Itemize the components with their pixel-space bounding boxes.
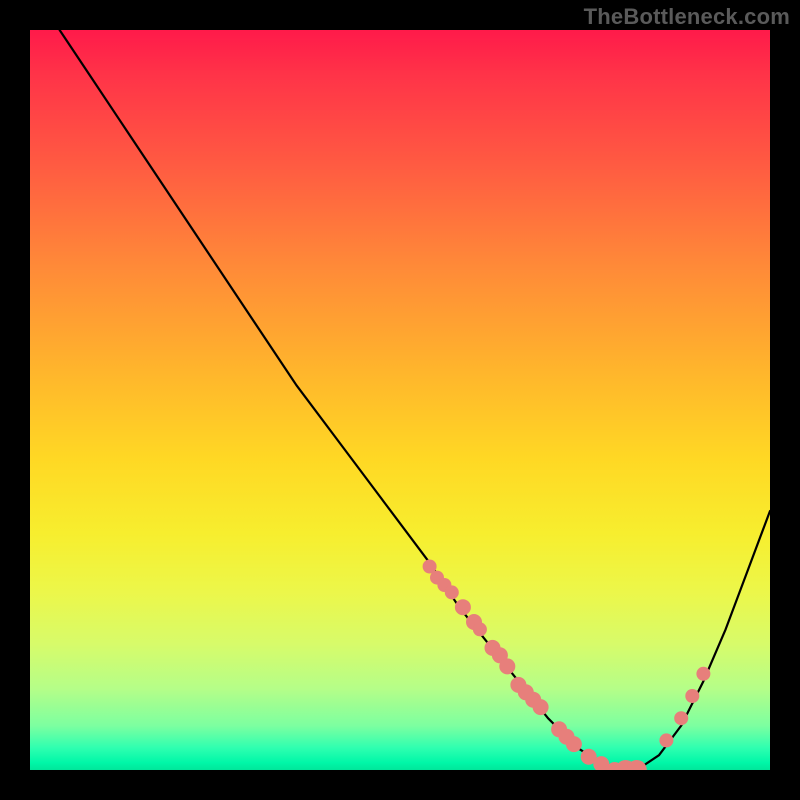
- chart-container: TheBottleneck.com: [0, 0, 800, 800]
- scatter-point: [499, 658, 515, 674]
- scatter-point: [566, 736, 582, 752]
- scatter-point: [445, 585, 459, 599]
- scatter-points: [423, 560, 711, 771]
- plot-area: [30, 30, 770, 770]
- scatter-point: [659, 733, 673, 747]
- scatter-point: [455, 599, 471, 615]
- scatter-point: [696, 667, 710, 681]
- curve-line: [60, 30, 770, 770]
- scatter-point: [473, 622, 487, 636]
- scatter-point: [674, 711, 688, 725]
- attribution-text: TheBottleneck.com: [584, 4, 790, 30]
- scatter-point: [685, 689, 699, 703]
- chart-svg: [30, 30, 770, 770]
- scatter-point: [533, 699, 549, 715]
